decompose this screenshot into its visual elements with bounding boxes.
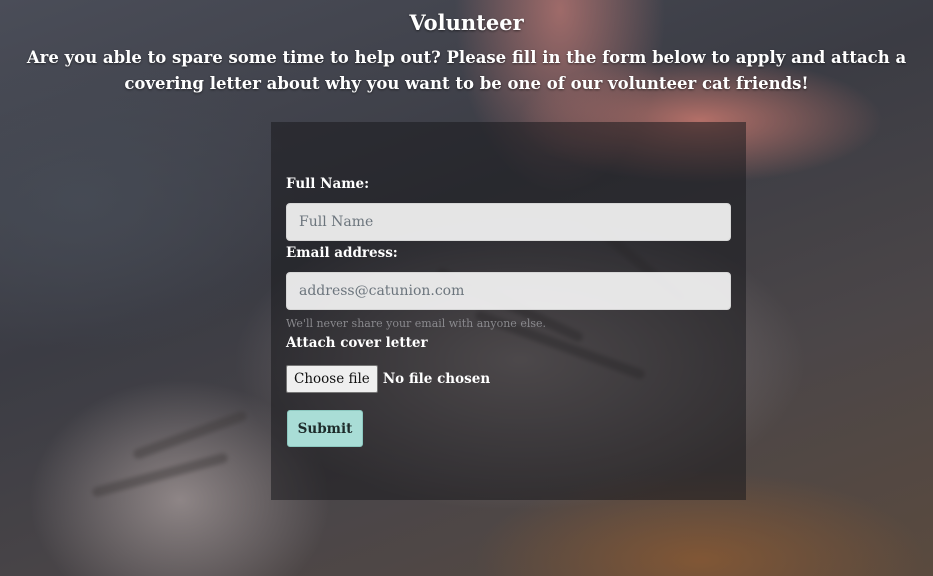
- file-status-text: No file chosen: [382, 371, 491, 387]
- page-header: Volunteer Are you able to spare some tim…: [0, 8, 933, 97]
- page-intro: Are you able to spare some time to help …: [26, 48, 907, 93]
- submit-button[interactable]: Submit: [287, 410, 363, 447]
- email-help-text: We'll never share your email with anyone…: [286, 317, 546, 330]
- cover-letter-file-input[interactable]: Choose file No file chosen: [286, 365, 731, 393]
- volunteer-form: Full Name: Email address: We'll never sh…: [271, 122, 746, 500]
- full-name-label: Full Name:: [286, 176, 370, 192]
- choose-file-button[interactable]: Choose file: [286, 365, 378, 393]
- page-title: Volunteer: [409, 10, 524, 35]
- cover-letter-label: Attach cover letter: [286, 335, 428, 351]
- email-label: Email address:: [286, 245, 398, 261]
- full-name-input[interactable]: [286, 203, 731, 241]
- email-input[interactable]: [286, 272, 731, 310]
